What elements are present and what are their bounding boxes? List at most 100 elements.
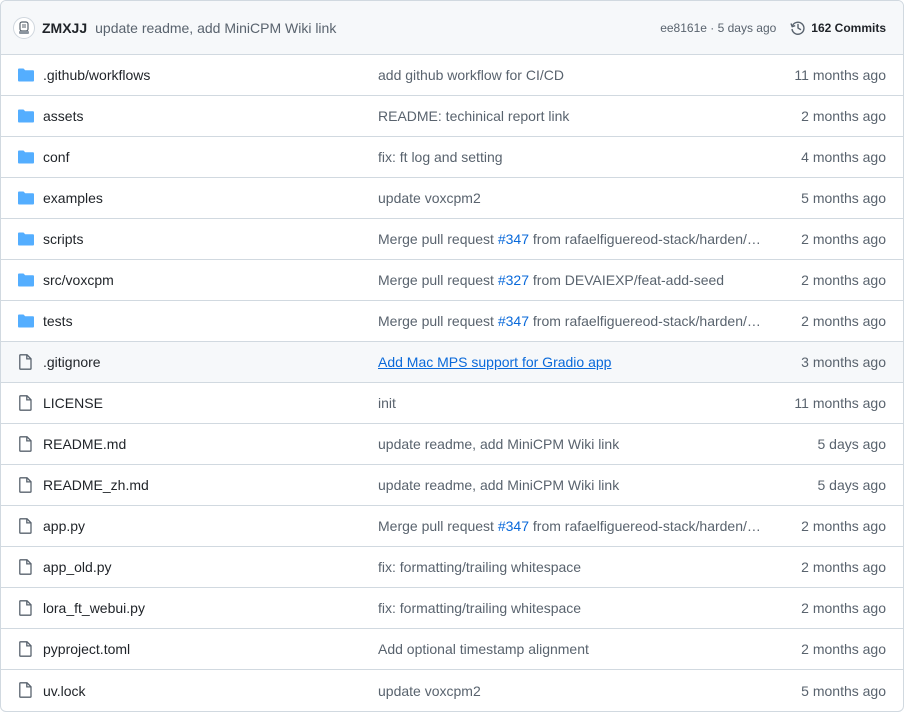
file-icon xyxy=(19,641,32,657)
commit-message-link[interactable]: fix: formatting/trailing whitespace xyxy=(378,600,768,616)
file-browser: ZMXJJ update readme, add MiniCPM Wiki li… xyxy=(0,0,904,712)
folder-name-link[interactable]: scripts xyxy=(43,231,83,247)
file-row[interactable]: lora_ft_webui.py fix: formatting/trailing… xyxy=(1,588,903,629)
file-name-link[interactable]: LICENSE xyxy=(43,395,103,411)
folder-row[interactable]: src/voxcpm Merge pull request #327 from D… xyxy=(1,260,903,301)
commits-count-label: 162 Commits xyxy=(811,20,886,35)
file-icon xyxy=(19,436,32,452)
commit-time[interactable]: 11 months ago xyxy=(794,395,886,411)
commit-message-link[interactable]: fix: formatting/trailing whitespace xyxy=(378,559,768,575)
file-name-link[interactable]: README_zh.md xyxy=(43,477,149,493)
commit-author[interactable]: ZMXJJ xyxy=(42,20,87,36)
commit-message-link[interactable]: fix: ft log and setting xyxy=(378,149,768,165)
folder-name-link[interactable]: conf xyxy=(43,149,69,165)
author-avatar[interactable] xyxy=(13,16,35,39)
commit-time[interactable]: 5 days ago xyxy=(818,477,887,493)
file-name-link[interactable]: app.py xyxy=(43,518,85,534)
folder-icon xyxy=(18,150,34,164)
commit-message-suffix: from rafaelfiguereod-stack/harden/… xyxy=(529,313,761,329)
folder-row[interactable]: .github/workflows add github workflow for… xyxy=(1,55,903,96)
commit-message-link[interactable]: Merge pull request #347 from rafaelfigue… xyxy=(378,313,768,329)
commit-time[interactable]: 2 months ago xyxy=(801,641,886,657)
commit-time[interactable]: 2 months ago xyxy=(801,518,886,534)
commit-message-suffix: from rafaelfiguereod-stack/harden/… xyxy=(529,518,761,534)
folder-row[interactable]: examples update voxcpm2 5 months ago xyxy=(1,178,903,219)
commit-time[interactable]: 4 months ago xyxy=(801,149,886,165)
commit-message-text: Merge pull request xyxy=(378,518,498,534)
pull-request-link[interactable]: #327 xyxy=(498,272,529,288)
folder-icon xyxy=(18,68,34,82)
commit-message-text: fix: ft log and setting xyxy=(378,149,503,165)
file-icon xyxy=(19,682,32,698)
commit-message-link[interactable]: init xyxy=(378,395,768,411)
file-name-link[interactable]: app_old.py xyxy=(43,559,112,575)
folder-icon xyxy=(18,273,34,287)
file-row[interactable]: app.py Merge pull request #347 from rafae… xyxy=(1,506,903,547)
commit-message-text: fix: formatting/trailing whitespace xyxy=(378,559,582,575)
folder-name-link[interactable]: .github/workflows xyxy=(43,67,150,83)
folder-row[interactable]: conf fix: ft log and setting 4 months ago xyxy=(1,137,903,178)
file-row[interactable]: .gitignore Add Mac MPS support for Gradio… xyxy=(1,342,903,383)
pull-request-link[interactable]: #347 xyxy=(498,313,529,329)
commit-message-link[interactable]: Merge pull request #327 from DEVAIEXP/fe… xyxy=(378,272,768,288)
file-icon-cell xyxy=(17,559,35,575)
commit-message-text: Merge pull request xyxy=(378,313,498,329)
file-row[interactable]: LICENSE init 11 months ago xyxy=(1,383,903,424)
commit-time[interactable]: 3 months ago xyxy=(801,354,886,370)
commit-time[interactable]: 2 months ago xyxy=(801,600,886,616)
file-row[interactable]: app_old.py fix: formatting/trailing white… xyxy=(1,547,903,588)
file-name-link[interactable]: lora_ft_webui.py xyxy=(43,600,145,616)
commit-message-link[interactable]: Add optional timestamp alignment xyxy=(378,641,768,657)
folder-name-link[interactable]: tests xyxy=(43,313,73,329)
latest-commit-bar: ZMXJJ update readme, add MiniCPM Wiki li… xyxy=(1,1,903,55)
commit-message-text: Add optional timestamp alignment xyxy=(378,641,589,657)
commit-message-link[interactable]: Merge pull request #347 from rafaelfigue… xyxy=(378,231,768,247)
commit-message-link[interactable]: README: techinical report link xyxy=(378,108,768,124)
commit-message-link[interactable]: Add Mac MPS support for Gradio app xyxy=(378,354,768,370)
folder-icon-cell xyxy=(17,108,35,124)
pull-request-link[interactable]: #347 xyxy=(498,518,529,534)
commit-time[interactable]: 2 months ago xyxy=(801,559,886,575)
commit-time[interactable]: 11 months ago xyxy=(794,67,886,83)
folder-name-link[interactable]: assets xyxy=(43,108,83,124)
file-name-link[interactable]: README.md xyxy=(43,436,126,452)
commit-message-text: update voxcpm2 xyxy=(378,190,481,206)
commit-message-link[interactable]: add github workflow for CI/CD xyxy=(378,67,768,83)
commit-message-link[interactable]: update readme, add MiniCPM Wiki link xyxy=(378,477,768,493)
file-icon xyxy=(19,395,32,411)
commit-message-link[interactable]: update voxcpm2 xyxy=(378,190,768,206)
latest-commit-message[interactable]: update readme, add MiniCPM Wiki link xyxy=(95,20,660,36)
commit-sha-time[interactable]: ee8161e · 5 days ago xyxy=(660,21,776,35)
file-row[interactable]: uv.lock update voxcpm2 5 months ago xyxy=(1,670,903,711)
commit-time[interactable]: 2 months ago xyxy=(801,108,886,124)
file-name-link[interactable]: uv.lock xyxy=(43,683,86,699)
file-icon-cell xyxy=(17,600,35,616)
file-name-link[interactable]: .gitignore xyxy=(43,354,101,370)
file-row[interactable]: README_zh.md update readme, add MiniCPM W… xyxy=(1,465,903,506)
commit-time[interactable]: 2 months ago xyxy=(801,272,886,288)
commit-time[interactable]: 5 days ago xyxy=(818,436,887,452)
file-icon xyxy=(19,600,32,616)
file-row[interactable]: README.md update readme, add MiniCPM Wiki… xyxy=(1,424,903,465)
folder-icon xyxy=(18,191,34,205)
folder-name-link[interactable]: src/voxcpm xyxy=(43,272,114,288)
file-icon-cell xyxy=(17,354,35,370)
commits-history-link[interactable]: 162 Commits xyxy=(790,20,886,36)
file-name-link[interactable]: pyproject.toml xyxy=(43,641,130,657)
commit-time[interactable]: 2 months ago xyxy=(801,313,886,329)
folder-name-link[interactable]: examples xyxy=(43,190,103,206)
folder-icon-cell xyxy=(17,67,35,83)
commit-time[interactable]: 5 months ago xyxy=(801,190,886,206)
pull-request-link[interactable]: #347 xyxy=(498,231,529,247)
folder-row[interactable]: scripts Merge pull request #347 from rafa… xyxy=(1,219,903,260)
commit-message-link[interactable]: Merge pull request #347 from rafaelfigue… xyxy=(378,518,768,534)
commit-time[interactable]: 2 months ago xyxy=(801,231,886,247)
folder-row[interactable]: assets README: techinical report link 2 mo… xyxy=(1,96,903,137)
commit-message-link[interactable]: update readme, add MiniCPM Wiki link xyxy=(378,436,768,452)
commit-time[interactable]: 5 months ago xyxy=(801,683,886,699)
file-row[interactable]: pyproject.toml Add optional timestamp ali… xyxy=(1,629,903,670)
folder-icon-cell xyxy=(17,231,35,247)
commit-message-link[interactable]: update voxcpm2 xyxy=(378,683,768,699)
folder-row[interactable]: tests Merge pull request #347 from rafael… xyxy=(1,301,903,342)
file-icon xyxy=(19,559,32,575)
